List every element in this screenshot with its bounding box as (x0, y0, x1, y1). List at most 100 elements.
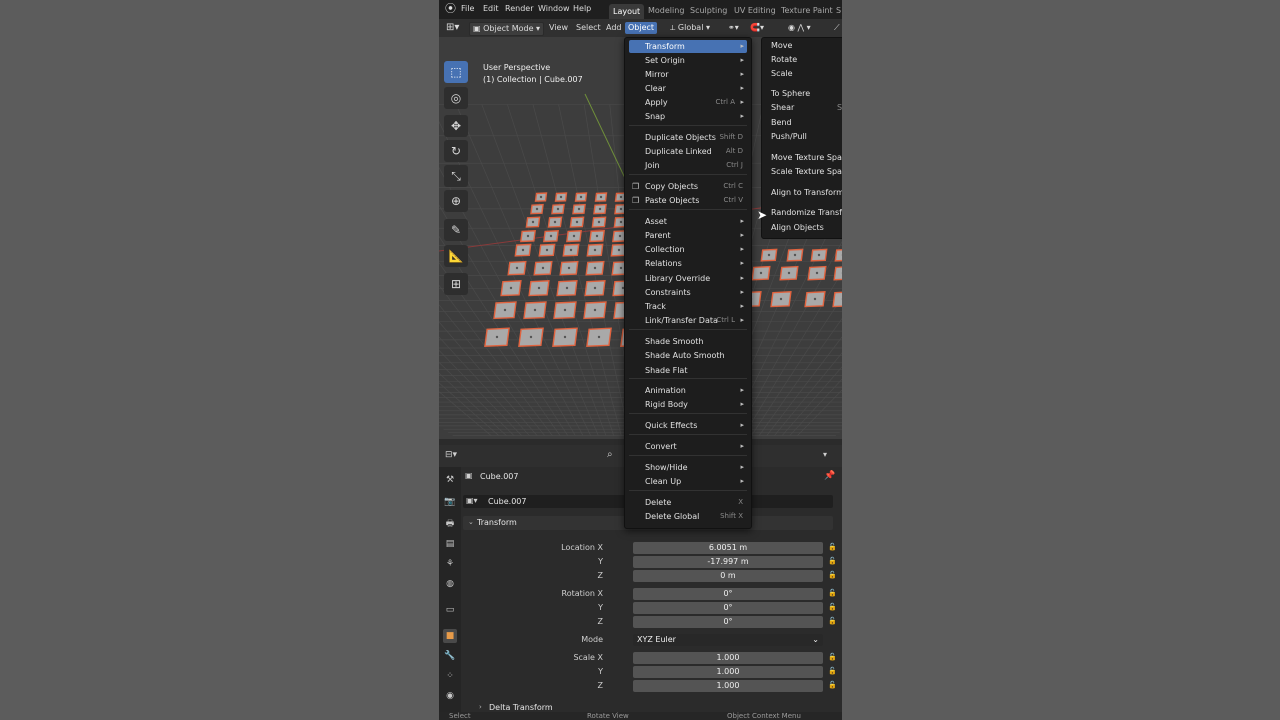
collapse-chevron-icon[interactable]: ⌄ (468, 518, 474, 526)
menu-add[interactable]: Add (603, 22, 625, 34)
render-tab-icon[interactable]: 📷 (443, 495, 457, 509)
move-icon[interactable]: ✥ (444, 115, 468, 137)
menu-item-library-override[interactable]: Library Override ▸ (629, 272, 747, 285)
menu-item-copy-objects[interactable]: ❐ Copy Objects Ctrl C (629, 180, 747, 193)
particles-tab-icon[interactable]: ⁘ (443, 669, 457, 683)
menu-item-apply[interactable]: Apply Ctrl A ▸ (629, 96, 747, 109)
location-z-field[interactable]: 0 m (633, 570, 823, 582)
mode-dropdown[interactable]: ▣ Object Mode ▾ (469, 22, 545, 36)
tab-modeling[interactable]: Modeling (648, 6, 684, 15)
rotation-z-field[interactable]: 0° (633, 616, 823, 628)
modifier-tab-icon[interactable]: 🔧 (443, 649, 457, 663)
lock-icon[interactable]: 🔓 (828, 667, 837, 675)
add-cube-icon[interactable]: ⊞ (444, 273, 468, 295)
rotate-icon[interactable]: ↻ (444, 140, 468, 162)
rotation-mode-dropdown[interactable]: XYZ Euler ⌄ (633, 634, 823, 646)
menu-item-collection[interactable]: Collection ▸ (629, 243, 747, 256)
tab-layout[interactable]: Layout (609, 4, 645, 19)
submenu-item-move-texture-space[interactable]: Move Texture Space (771, 151, 842, 164)
menu-item-delete-global[interactable]: Delete Global Shift X (629, 510, 747, 523)
menu-window[interactable]: Window (538, 4, 570, 13)
lock-icon[interactable]: 🔓 (828, 681, 837, 689)
menu-item-join[interactable]: Join Ctrl J (629, 159, 747, 172)
menu-select[interactable]: Select (573, 22, 604, 34)
menu-item-delete[interactable]: Delete X (629, 496, 747, 509)
lock-icon[interactable]: 🔓 (828, 603, 837, 611)
pivot-icon[interactable]: ⚭▾ (725, 22, 742, 34)
menu-item-quick-effects[interactable]: Quick Effects ▸ (629, 419, 747, 432)
submenu-item-randomize-transform[interactable]: Randomize Transform (771, 206, 842, 219)
menu-item-rigid-body[interactable]: Rigid Body ▸ (629, 398, 747, 411)
scale-icon[interactable]: ⤡ (444, 165, 468, 187)
location-y-field[interactable]: -17.997 m (633, 556, 823, 568)
cursor-icon[interactable]: ◎ (444, 87, 468, 109)
rotation-y-field[interactable]: 0° (633, 602, 823, 614)
gizmo-icon[interactable]: ⟋ (831, 22, 842, 34)
measure-icon[interactable]: 📐 (444, 245, 468, 267)
menu-item-parent[interactable]: Parent ▸ (629, 229, 747, 242)
delta-transform-panel[interactable]: Delta Transform (489, 703, 553, 712)
lock-icon[interactable]: 🔓 (828, 557, 837, 565)
location-x-field[interactable]: 6.0051 m (633, 542, 823, 554)
menu-item-mirror[interactable]: Mirror ▸ (629, 68, 747, 81)
menu-item-link-transfer-data[interactable]: Link/Transfer Data Ctrl L ▸ (629, 314, 747, 327)
menu-help[interactable]: Help (573, 4, 591, 13)
lock-icon[interactable]: 🔓 (828, 543, 837, 551)
search-icon[interactable]: ⌕ (607, 449, 613, 460)
rotation-x-field[interactable]: 0° (633, 588, 823, 600)
submenu-item-scale[interactable]: Scale (771, 67, 793, 80)
object-type-icon[interactable]: ▣▾ (466, 496, 478, 505)
lock-icon[interactable]: 🔓 (828, 653, 837, 661)
menu-item-shade-smooth[interactable]: Shade Smooth (629, 335, 747, 348)
submenu-item-rotate[interactable]: Rotate (771, 53, 797, 66)
menu-item-clear[interactable]: Clear ▸ (629, 82, 747, 95)
orientation-dropdown[interactable]: ⟂ Global ▾ (667, 22, 713, 34)
view-layer-tab-icon[interactable]: ▤ (443, 537, 457, 551)
menu-item-paste-objects[interactable]: ❐ Paste Objects Ctrl V (629, 194, 747, 207)
submenu-item-bend[interactable]: Bend (771, 116, 792, 129)
tab-texture-paint[interactable]: Texture Paint (781, 6, 833, 15)
menu-item-show-hide[interactable]: Show/Hide ▸ (629, 461, 747, 474)
lock-icon[interactable]: 🔓 (828, 571, 837, 579)
menu-file[interactable]: File (461, 4, 474, 13)
physics-tab-icon[interactable]: ◉ (443, 689, 457, 703)
options-chevron-icon[interactable]: ▾ (823, 450, 827, 459)
output-tab-icon[interactable]: 🖶 (443, 517, 457, 531)
menu-render[interactable]: Render (505, 4, 533, 13)
scale-y-field[interactable]: 1.000 (633, 666, 823, 678)
menu-item-convert[interactable]: Convert ▸ (629, 440, 747, 453)
editor-type-icon[interactable]: ⊞▾ (443, 22, 462, 34)
lock-icon[interactable]: 🔓 (828, 589, 837, 597)
tab-sculpting[interactable]: Sculpting (690, 6, 727, 15)
menu-item-snap[interactable]: Snap ▸ (629, 110, 747, 123)
lock-icon[interactable]: 🔓 (828, 617, 837, 625)
submenu-item-align-objects[interactable]: Align Objects (771, 221, 824, 234)
tool-tab-icon[interactable]: ⚒ (443, 473, 457, 487)
scale-x-field[interactable]: 1.000 (633, 652, 823, 664)
pin-icon[interactable]: 📌 (824, 471, 835, 481)
submenu-item-to-sphere[interactable]: To Sphere (771, 87, 810, 100)
annotate-icon[interactable]: ✎ (444, 219, 468, 241)
menu-item-track[interactable]: Track ▸ (629, 300, 747, 313)
scale-z-field[interactable]: 1.000 (633, 680, 823, 692)
menu-item-constraints[interactable]: Constraints ▸ (629, 286, 747, 299)
proportional-edit-icon[interactable]: ◉ ⋀ ▾ (785, 22, 814, 34)
tab-more[interactable]: S (836, 6, 841, 15)
menu-item-clean-up[interactable]: Clean Up ▸ (629, 475, 747, 488)
menu-item-animation[interactable]: Animation ▸ (629, 384, 747, 397)
submenu-item-move[interactable]: Move (771, 39, 792, 52)
transform-icon[interactable]: ⊕ (444, 190, 468, 212)
submenu-item-align-to-transform-ori[interactable]: Align to Transform Ori (771, 186, 842, 199)
object-tab-icon[interactable]: ■ (443, 629, 457, 643)
world-tab-icon[interactable]: ◍ (443, 577, 457, 591)
menu-item-shade-flat[interactable]: Shade Flat (629, 364, 747, 377)
submenu-item-scale-texture-space[interactable]: Scale Texture Space (771, 165, 842, 178)
menu-edit[interactable]: Edit (483, 4, 499, 13)
select-box-icon[interactable]: ⬚ (444, 61, 468, 83)
menu-item-transform[interactable]: Transform ▸ (629, 40, 747, 53)
scene-tab-icon[interactable]: ⚘ (443, 557, 457, 571)
menu-item-relations[interactable]: Relations ▸ (629, 257, 747, 270)
submenu-item-push-pull[interactable]: Push/Pull (771, 130, 807, 143)
menu-item-set-origin[interactable]: Set Origin ▸ (629, 54, 747, 67)
blender-logo-icon[interactable]: ⦿ (445, 3, 457, 15)
